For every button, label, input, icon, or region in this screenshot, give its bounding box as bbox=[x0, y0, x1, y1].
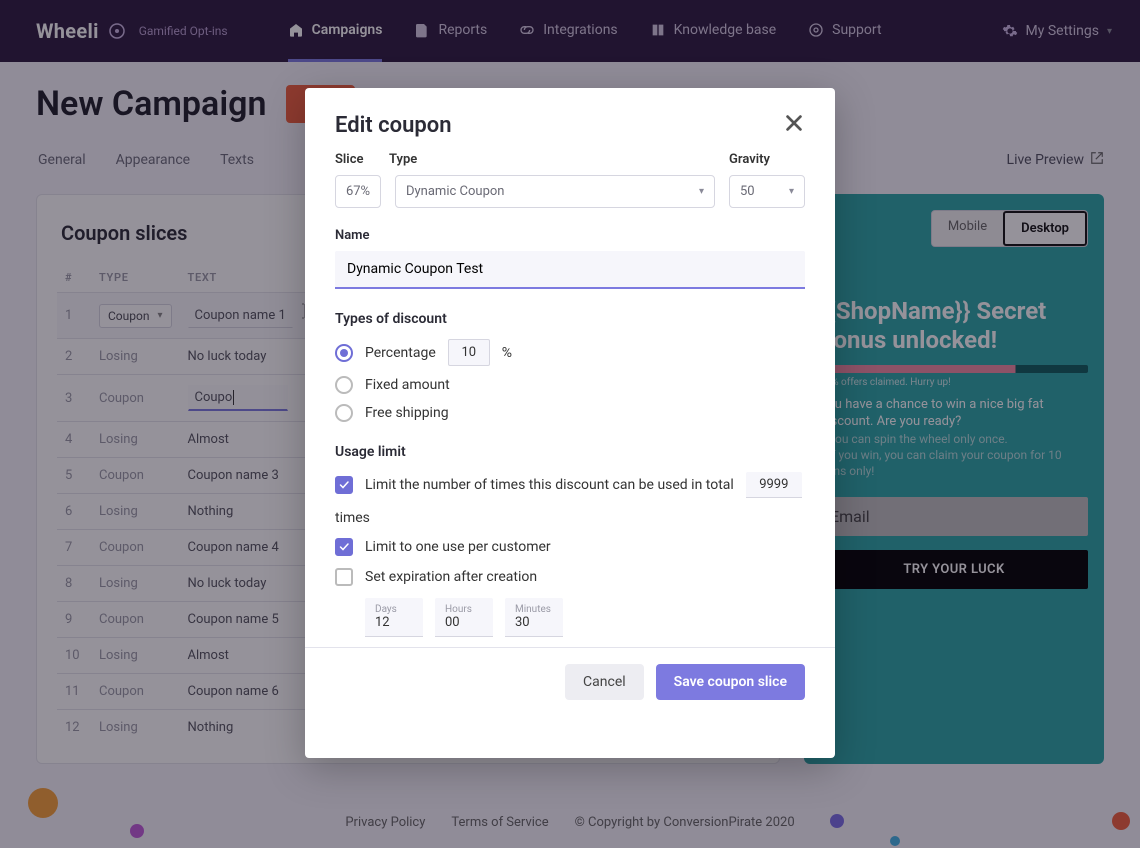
label-slice: Slice bbox=[335, 152, 375, 167]
name-label: Name bbox=[335, 228, 805, 243]
radio-icon bbox=[335, 344, 353, 362]
edit-coupon-modal: Edit coupon Slice Type Gravity 67% Dynam… bbox=[305, 88, 835, 758]
limit-total-input[interactable]: 9999 bbox=[746, 472, 802, 498]
modal-title: Edit coupon bbox=[335, 113, 451, 138]
close-icon[interactable] bbox=[783, 112, 805, 138]
limit-total-checkbox[interactable]: Limit the number of times this discount … bbox=[335, 472, 805, 526]
percentage-suffix: % bbox=[502, 345, 512, 361]
save-coupon-slice-button[interactable]: Save coupon slice bbox=[656, 664, 805, 700]
slice-field[interactable]: 67% bbox=[335, 175, 381, 208]
chevron-down-icon: ▾ bbox=[699, 186, 704, 197]
checkbox-checked-icon bbox=[335, 538, 353, 556]
limit-one-per-customer-checkbox[interactable]: Limit to one use per customer bbox=[335, 538, 805, 556]
limit-suffix: times bbox=[335, 510, 370, 526]
gravity-select[interactable]: 50 ▾ bbox=[729, 175, 805, 208]
label-type: Type bbox=[389, 152, 715, 167]
cancel-button[interactable]: Cancel bbox=[565, 664, 644, 700]
expiry-days-input[interactable]: Days 12 bbox=[365, 598, 423, 637]
checkbox-checked-icon bbox=[335, 476, 353, 494]
option-percentage[interactable]: Percentage 10 % bbox=[335, 339, 805, 366]
expiration-fields: Days 12 Hours 00 Minutes 30 bbox=[365, 598, 805, 637]
percentage-value-input[interactable]: 10 bbox=[448, 339, 490, 366]
type-select[interactable]: Dynamic Coupon ▾ bbox=[395, 175, 715, 208]
option-fixed-amount[interactable]: Fixed amount bbox=[335, 376, 805, 394]
radio-icon bbox=[335, 404, 353, 422]
modal-overlay: Edit coupon Slice Type Gravity 67% Dynam… bbox=[0, 0, 1140, 848]
chevron-down-icon: ▾ bbox=[789, 186, 794, 197]
option-free-shipping[interactable]: Free shipping bbox=[335, 404, 805, 422]
checkbox-empty-icon bbox=[335, 568, 353, 586]
label-gravity: Gravity bbox=[729, 152, 805, 167]
usage-heading: Usage limit bbox=[335, 444, 805, 460]
discount-heading: Types of discount bbox=[335, 311, 805, 327]
expiry-hours-input[interactable]: Hours 00 bbox=[435, 598, 493, 637]
coupon-name-input[interactable] bbox=[335, 251, 805, 289]
set-expiration-checkbox[interactable]: Set expiration after creation bbox=[335, 568, 805, 586]
radio-icon bbox=[335, 376, 353, 394]
modal-footer: Cancel Save coupon slice bbox=[305, 647, 835, 716]
expiry-minutes-input[interactable]: Minutes 30 bbox=[505, 598, 563, 637]
